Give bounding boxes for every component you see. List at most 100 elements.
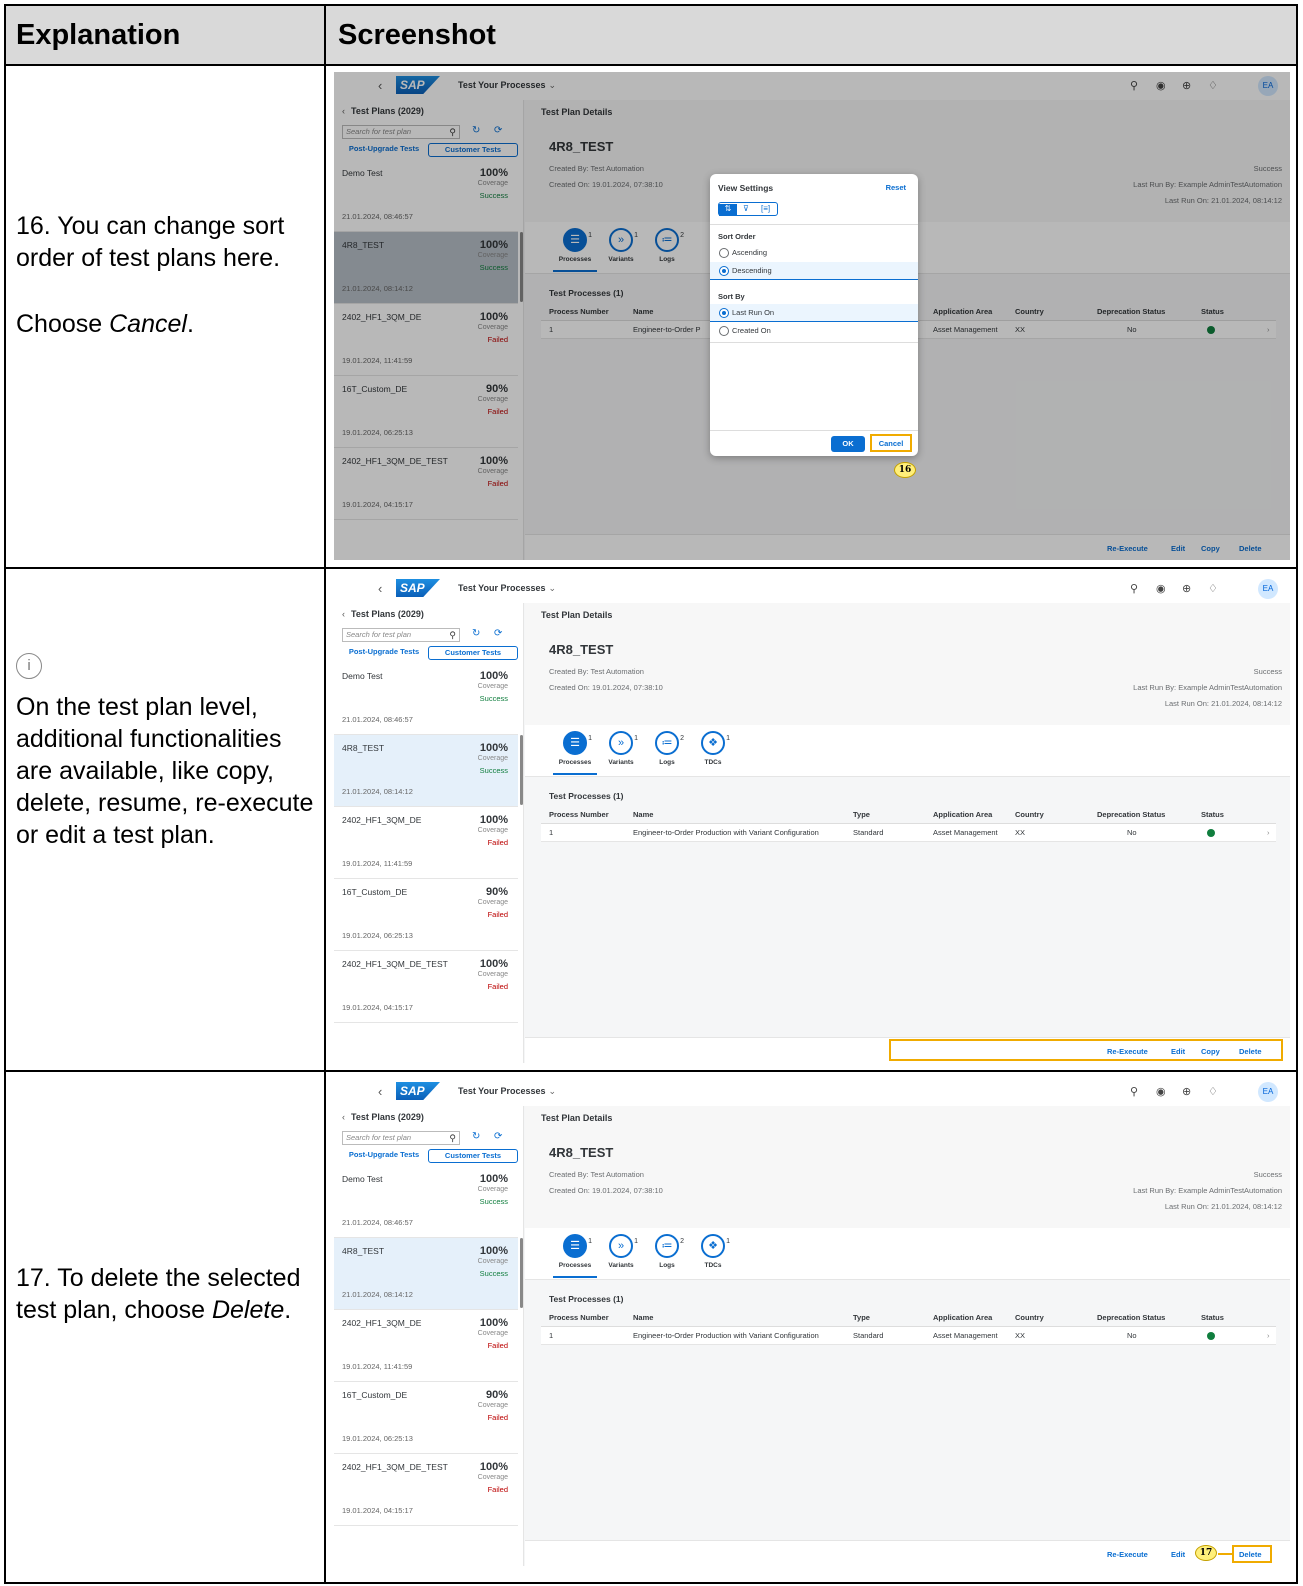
ok-button[interactable]: OK xyxy=(831,436,865,452)
sort-order-label: Sort Order xyxy=(718,232,756,241)
list-item[interactable]: 16T_Custom_DE 90% Coverage Failed 19.01.2024… xyxy=(334,879,518,951)
table-row: 16. You can change sort order of test pl… xyxy=(6,66,1296,569)
icon-tab-bar: ☰ 1 Processes » 1 Variants ≔ 2 Logs ❖ 1 TDCs xyxy=(525,1228,1290,1280)
edit-button[interactable]: Edit xyxy=(1171,1550,1185,1559)
help-icon[interactable]: ⊕ xyxy=(1182,1085,1191,1098)
table-row: 17. To delete the selected test plan, ch… xyxy=(6,1072,1296,1582)
cancel-button[interactable]: Cancel xyxy=(870,434,912,452)
tab-tdcs[interactable]: ❖ 1 TDCs xyxy=(691,731,735,766)
reexecute-button[interactable]: Re-Execute xyxy=(1107,1550,1148,1559)
back-icon[interactable]: ‹ xyxy=(378,1084,382,1099)
detail-footer: Re-Execute Edit Copy Delete xyxy=(525,1037,1290,1063)
list-item[interactable]: 4R8_TEST 100% Coverage Success 21.01.2024, 0… xyxy=(334,1238,518,1310)
avatar[interactable]: EA xyxy=(1258,1082,1278,1102)
list-item[interactable]: Demo Test 100% Coverage Success 21.01.2024, … xyxy=(334,1166,518,1238)
note-text: On the test plan level, additional funct… xyxy=(16,693,314,849)
tab-logs[interactable]: ≔ 2 Logs xyxy=(645,1234,689,1269)
tab-bar: Post-Upgrade Tests Customer Tests xyxy=(342,1149,518,1163)
descending-option[interactable]: Descending xyxy=(710,262,918,280)
step-callout: 17 xyxy=(1195,1545,1217,1561)
tab-logs[interactable]: ≔ 2 Logs xyxy=(645,731,689,766)
step-instruction: 17. To delete the selected test plan, ch… xyxy=(16,1264,301,1324)
master-list: ‹ Test Plans (2029) Search for test plan ⚲… xyxy=(334,1106,524,1566)
joule-icon[interactable]: ◉ xyxy=(1156,582,1166,595)
bell-icon[interactable]: ♢ xyxy=(1208,1085,1218,1098)
created-on-option[interactable]: Created On xyxy=(710,322,918,340)
view-settings-segmented[interactable]: ⇅ ⊽ [≡] xyxy=(718,202,778,216)
master-title[interactable]: ‹ Test Plans (2029) xyxy=(342,609,424,619)
search-icon: ⚲ xyxy=(449,630,456,640)
app-title[interactable]: Test Your Processes ⌄ xyxy=(458,1086,556,1097)
group-icon: [≡] xyxy=(761,204,771,213)
status-badge: Success xyxy=(1253,667,1282,676)
explanation-cell: 16. You can change sort order of test pl… xyxy=(6,66,326,567)
reexecute-button[interactable]: Re-Execute xyxy=(1107,1047,1148,1056)
tab-customer[interactable]: Customer Tests xyxy=(428,646,518,660)
list-item[interactable]: 2402_HF1_3QM_DE_TEST 100% Coverage Failed 19… xyxy=(334,1454,518,1526)
tab-post-upgrade[interactable]: Post-Upgrade Tests xyxy=(342,1149,426,1163)
explanation-cell: i On the test plan level, additional fun… xyxy=(6,569,326,1070)
list-item[interactable]: 16T_Custom_DE 90% Coverage Failed 19.01.2024… xyxy=(334,1382,518,1454)
sap-app: ‹ SAP Test Your Processes ⌄ ⚲ ◉ ⊕ ♢ EA ‹ T… xyxy=(334,1078,1290,1566)
copy-button[interactable]: Copy xyxy=(1201,1047,1220,1056)
ascending-option[interactable]: Ascending xyxy=(710,244,918,262)
table-row: i On the test plan level, additional fun… xyxy=(6,569,1296,1072)
back-icon[interactable]: ‹ xyxy=(378,581,382,596)
reset-button[interactable]: Reset xyxy=(886,183,906,192)
search-icon[interactable]: ⚲ xyxy=(1130,582,1138,595)
edit-button[interactable]: Edit xyxy=(1171,1047,1185,1056)
sort-icon[interactable]: ↻ xyxy=(472,628,480,639)
section-title: Test Processes (1) xyxy=(549,1294,624,1304)
list-item[interactable]: 2402_HF1_3QM_DE_TEST 100% Coverage Failed 19… xyxy=(334,951,518,1023)
tab-tdcs[interactable]: ❖ 1 TDCs xyxy=(691,1234,735,1269)
created-by: Created By: Test Automation xyxy=(549,667,644,676)
delete-button[interactable]: Delete xyxy=(1239,1047,1262,1056)
success-icon xyxy=(1207,1328,1215,1344)
chevron-down-icon: ⌄ xyxy=(548,583,557,593)
bell-icon[interactable]: ♢ xyxy=(1208,582,1218,595)
data-container-icon: ❖ 1 xyxy=(701,1234,730,1258)
detail-page: Test Plan Details 4R8_TEST Created By: T… xyxy=(525,1106,1290,1566)
delete-button[interactable]: Delete xyxy=(1239,1550,1262,1559)
master-title[interactable]: ‹ Test Plans (2029) xyxy=(342,1112,424,1122)
status-badge: Success xyxy=(1253,1170,1282,1179)
scrollbar[interactable] xyxy=(520,1238,523,1308)
list-item[interactable]: 2402_HF1_3QM_DE 100% Coverage Failed 19.01.2… xyxy=(334,807,518,879)
search-icon[interactable]: ⚲ xyxy=(1130,1085,1138,1098)
tab-variants[interactable]: » 1 Variants xyxy=(599,731,643,766)
scrollbar[interactable] xyxy=(520,735,523,805)
step-callout: 16 xyxy=(894,462,916,478)
refresh-icon[interactable]: ⟳ xyxy=(494,1131,502,1142)
list-item[interactable]: Demo Test 100% Coverage Success 21.01.2024, … xyxy=(334,663,518,735)
tab-post-upgrade[interactable]: Post-Upgrade Tests xyxy=(342,646,426,660)
search-input[interactable]: Search for test plan ⚲ xyxy=(342,628,460,642)
filter-icon: ⊽ xyxy=(743,204,749,213)
dialog-footer: OK Cancel xyxy=(710,430,918,456)
refresh-icon[interactable]: ⟳ xyxy=(494,628,502,639)
section-title: Test Processes (1) xyxy=(549,791,624,801)
sort-icon[interactable]: ↻ xyxy=(472,1131,480,1142)
app-title[interactable]: Test Your Processes ⌄ xyxy=(458,583,556,594)
checklist-icon: ≔ 2 xyxy=(655,1234,684,1258)
last-run-on-option[interactable]: Last Run On xyxy=(710,304,918,322)
list-item[interactable]: 4R8_TEST 100% Coverage Success 21.01.2024, 0… xyxy=(334,735,518,807)
callout-connector xyxy=(1218,1553,1232,1555)
tab-processes[interactable]: ☰ 1 Processes xyxy=(553,731,597,766)
icon-tab-bar: ☰ 1 Processes » 1 Variants ≔ 2 Logs ❖ 1 TDCs xyxy=(525,725,1290,777)
tab-processes[interactable]: ☰ 1 Processes xyxy=(553,1234,597,1269)
tab-variants[interactable]: » 1 Variants xyxy=(599,1234,643,1269)
detail-page: Test Plan Details 4R8_TEST Created By: T… xyxy=(525,603,1290,1063)
tab-customer[interactable]: Customer Tests xyxy=(428,1149,518,1163)
plan-name: 4R8_TEST xyxy=(549,642,614,657)
avatar[interactable]: EA xyxy=(1258,579,1278,599)
screenshot-cell: ‹ SAP Test Your Processes ⌄ ⚲ ◉ ⊕ ♢ EA ‹ T… xyxy=(328,1072,1296,1582)
dialog-title: View Settings xyxy=(718,183,774,193)
search-input[interactable]: Search for test plan ⚲ xyxy=(342,1131,460,1145)
search-icon: ⚲ xyxy=(449,1133,456,1143)
data-container-icon: ❖ 1 xyxy=(701,731,730,755)
joule-icon[interactable]: ◉ xyxy=(1156,1085,1166,1098)
page-title: Test Plan Details xyxy=(541,610,613,620)
list-item[interactable]: 2402_HF1_3QM_DE 100% Coverage Failed 19.01.2… xyxy=(334,1310,518,1382)
back-icon: ‹ xyxy=(342,609,345,619)
help-icon[interactable]: ⊕ xyxy=(1182,582,1191,595)
